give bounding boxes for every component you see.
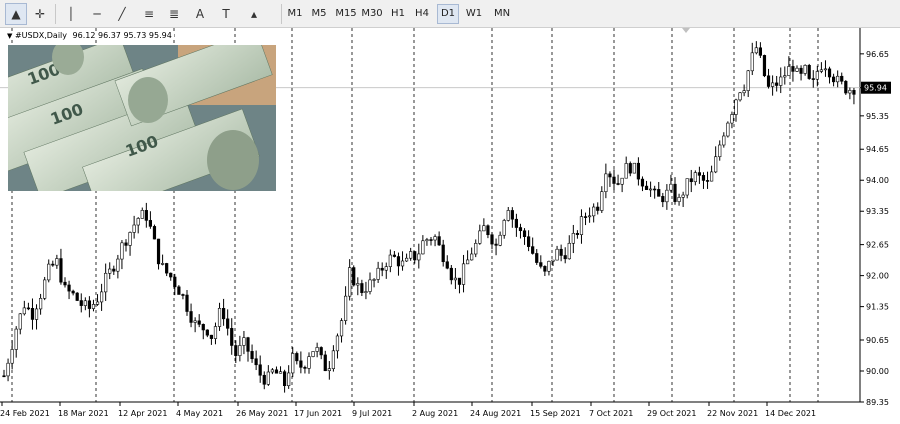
candle [352,265,356,287]
price-tick-label: 91.35 [866,303,889,312]
toolbar-separator [55,4,56,24]
price-tick-label: 94.65 [866,145,889,154]
price-tick-label: 94.00 [866,176,889,185]
date-label: 15 Sep 2021 [530,409,581,418]
date-label: 22 Nov 2021 [707,409,758,418]
price-tick-label: 92.00 [866,272,889,281]
candle [311,351,315,358]
timeframe-m5[interactable]: M5 [308,4,330,24]
fibonacci-icon[interactable]: ≣ [163,3,185,25]
toolbar-separator [281,4,282,24]
candle [762,54,767,78]
chart-area[interactable]: 96.65 95.94 95.35 94.65 94.00 93.35 92.65 92.00… [0,28,900,424]
vertical-line-icon[interactable]: │ [60,3,82,25]
date-label: 9 Jul 2021 [352,409,392,418]
timeframe-h4[interactable]: H4 [411,4,433,24]
cursor-icon[interactable]: ▲ [5,3,27,25]
timeframe-mn[interactable]: MN [489,4,515,24]
crosshair-icon[interactable]: ✛ [29,3,51,25]
date-label: 12 Apr 2021 [118,409,167,418]
price-tick-label: 95.35 [866,112,889,121]
price-tick-label: 96.65 [866,50,889,59]
timeframe-m30[interactable]: M30 [360,4,384,24]
horizontal-line-icon[interactable]: ─ [86,3,108,25]
candle [152,224,157,240]
dollar-bills-photo: 100 100 100 [8,45,276,191]
price-tick-label: 89.35 [866,398,889,407]
chart-symbol-label: ▼ #USDX,Daily 96.12 96.37 95.73 95.94 [5,31,174,40]
timeframe-w1[interactable]: W1 [463,4,485,24]
date-label: 26 May 2021 [236,409,288,418]
date-label: 4 May 2021 [176,409,223,418]
timeframe-m15[interactable]: M15 [334,4,358,24]
date-label: 14 Dec 2021 [765,409,816,418]
timeframe-h1[interactable]: H1 [387,4,409,24]
ohlc-values: 96.12 96.37 95.73 95.94 [72,31,172,40]
trendline-icon[interactable]: ╱ [111,3,133,25]
candle [844,80,848,95]
candle [632,162,636,174]
symbol-name: #USDX,Daily [14,31,67,40]
shapes-icon[interactable]: ▴ [243,3,265,25]
date-label: 24 Feb 2021 [0,409,50,418]
date-label: 24 Aug 2021 [470,409,521,418]
date-label: 7 Oct 2021 [589,409,633,418]
price-tick-label: 90.00 [866,367,889,376]
price-tick-label: 90.65 [866,336,889,345]
candle [726,121,730,138]
date-label: 29 Oct 2021 [647,409,696,418]
price-tick-label: 92.65 [866,241,889,250]
text-label-icon[interactable]: T [215,3,237,25]
price-tick-label: 93.35 [866,207,889,216]
timeframe-m1[interactable]: M1 [284,4,306,24]
date-label: 2 Aug 2021 [412,409,458,418]
candle [43,276,47,301]
date-label: 17 Jun 2021 [294,409,342,418]
candle [807,63,811,80]
date-label: 18 Mar 2021 [58,409,109,418]
last-price-label: 95.94 [864,84,887,93]
toolbar: ▲ ✛ │ ─ ╱ ≡ ≣ A T ▴ M1 M5 M15 M30 H1 H4 D1 W1 MN [0,0,900,28]
candle [75,292,79,302]
timeframe-d1[interactable]: D1 [437,4,459,24]
dropdown-arrow-icon[interactable]: ▼ [7,32,12,40]
candle [738,92,742,102]
channel-icon[interactable]: ≡ [138,3,160,25]
text-icon[interactable]: A [189,3,211,25]
